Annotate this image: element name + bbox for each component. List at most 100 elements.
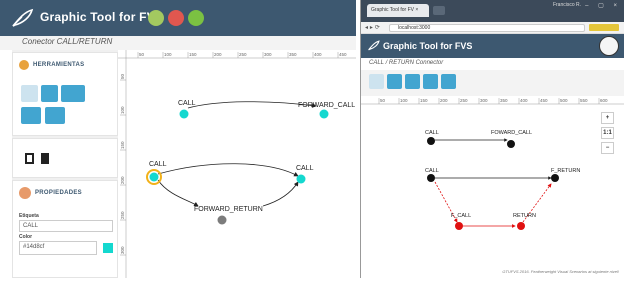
edge-call-forward-return[interactable] [157,179,199,207]
node-foward-call[interactable] [507,140,515,148]
page-subtitle: CALL / RETURN Connector [369,60,444,66]
new-tab-button[interactable] [433,6,445,15]
tools-panel: HERRAMIENTAS [12,52,118,136]
label-forward-return: FORWARD_RETURN [194,206,263,213]
edge-call-forward[interactable] [187,101,317,109]
quill-logo-icon [12,8,34,27]
diagram-svg[interactable]: 50 100 150 200 250 300 350 400 450 50 100 150 200 25… [118,50,356,278]
tools-panel-header: HERRAMIENTAS [19,59,85,71]
tool-return-arrow[interactable] [423,74,438,89]
label-call-top: CALL [425,130,439,136]
color-swatch[interactable] [103,243,113,253]
page-subtitle-bar: Conector CALL/RETURN [0,36,356,50]
node-call-right[interactable] [296,174,306,184]
zoom-out-button[interactable]: − [601,142,614,154]
diagram-canvas[interactable]: 50 100 150 200 250 300 350 400 450 500 550 600 CALL… [361,96,624,278]
ruler-tick-label: 150 [189,52,197,57]
diagram-canvas[interactable]: 50 100 150 200 250 300 350 400 450 50 100 150 200 25… [118,50,356,278]
node-return[interactable] [517,222,525,230]
trash-icon[interactable] [41,153,49,164]
tools-heading: HERRAMIENTAS [33,62,85,68]
node-call-top[interactable] [427,137,435,145]
node-f-call[interactable] [455,222,463,230]
browser-window: Graphic Tool for FV × Francisco R. – ▢ ×… [360,0,624,278]
tool-arrow[interactable] [61,85,85,102]
tool-node[interactable] [41,85,58,102]
label-foward-call: FOWARD_CALL [491,130,532,136]
window-controls[interactable]: – ▢ × [585,2,621,9]
copy-icon[interactable] [25,153,34,164]
ruler-tick-label: 450 [339,52,347,57]
diagram-svg[interactable]: 50 100 150 200 250 300 350 400 450 500 550 600 CALL… [361,96,624,278]
tool-double-arrow[interactable] [45,107,65,124]
ruler-tick-label: 350 [500,98,508,103]
label-f-call: F_CALL [451,213,471,219]
ruler-tick-label: 400 [520,98,528,103]
label-f-return: F_RETURN [551,168,580,174]
node-call-bottom[interactable] [427,174,435,182]
ruler-tick-label: 150 [120,141,125,149]
ruler-tick-label: 250 [120,211,125,219]
label-field-label: Etiqueta [19,213,39,219]
label-call-bottom: CALL [425,168,439,174]
app-title: Graphic Tool for FVS [40,10,164,24]
footer-text: GTUFVS 2016. Featherweight Visual Scenar… [502,269,619,274]
avatar-icon [19,187,31,199]
extension-icons[interactable] [589,24,619,31]
label-return: RETURN [513,213,536,219]
nav-arrows-icon[interactable]: ◂ ▸ ⟳ [365,24,380,31]
ruler-tick-label: 600 [600,98,608,103]
zoom-in-button[interactable]: + [601,112,614,124]
label-call-top: CALL [178,100,196,107]
address-bar: ◂ ▸ ⟳ localhost:3000 [361,22,624,34]
edge-call-call[interactable] [157,163,299,177]
node-forward-return[interactable] [217,215,227,225]
zoom-reset-button[interactable]: 1:1 [601,127,614,139]
window-user: Francisco R. [552,2,581,8]
label-input[interactable]: CALL [19,220,113,232]
ruler-tick-label: 200 [214,52,222,57]
node-forward-call[interactable] [319,109,329,119]
properties-panel: PROPIEDADES Etiqueta CALL Color #14d8cf [12,180,118,278]
brush-icon [19,60,29,70]
ruler-tick-label: 150 [420,98,428,103]
user-avatar[interactable] [599,36,619,56]
node-call-top[interactable] [179,109,189,119]
ruler-tick-label: 200 [440,98,448,103]
ruler-tick-label: 50 [139,52,145,57]
ruler-tick-label: 300 [120,246,125,254]
left-app-window: Graphic Tool for FVS Conector CALL/RETUR… [0,0,356,278]
toolbar [361,70,624,96]
ruler-tick-label: 100 [120,106,125,114]
node-call-bottom[interactable] [149,172,159,182]
url-field[interactable]: localhost:3000 [389,24,585,32]
ruler-tick-label: 100 [400,98,408,103]
ruler-tick-label: 350 [289,52,297,57]
code-icon[interactable] [188,10,204,26]
properties-heading: PROPIEDADES [35,190,82,196]
edge-forward-return-call[interactable] [262,181,299,207]
ruler-tick-label: 400 [314,52,322,57]
tool-select[interactable] [369,74,384,89]
tool-select[interactable] [21,85,38,102]
tool-node[interactable] [387,74,402,89]
browser-chrome: Graphic Tool for FV × Francisco R. – ▢ × [361,0,624,22]
quill-logo-icon [368,40,380,51]
browser-tab[interactable]: Graphic Tool for FV × [367,4,429,17]
tool-call-arrow[interactable] [441,74,456,89]
color-field-label: Color [19,234,33,240]
app-header: Graphic Tool for FVS [361,34,624,58]
tool-arrow[interactable] [405,74,420,89]
ruler-tick-label: 450 [540,98,548,103]
settings-icon[interactable] [148,10,164,26]
ruler-tick-label: 300 [480,98,488,103]
ruler-tick-label: 50 [380,98,386,103]
node-f-return[interactable] [551,174,559,182]
color-input[interactable]: #14d8cf [19,241,97,255]
cloud-icon[interactable] [168,10,184,26]
label-forward-call: FORWARD_CALL [298,102,355,109]
ruler-tick-label: 300 [264,52,272,57]
tool-dashed-arrow[interactable] [21,107,41,124]
ruler-tick-label: 50 [120,73,125,79]
page-subtitle: Conector CALL/RETURN [22,37,113,46]
